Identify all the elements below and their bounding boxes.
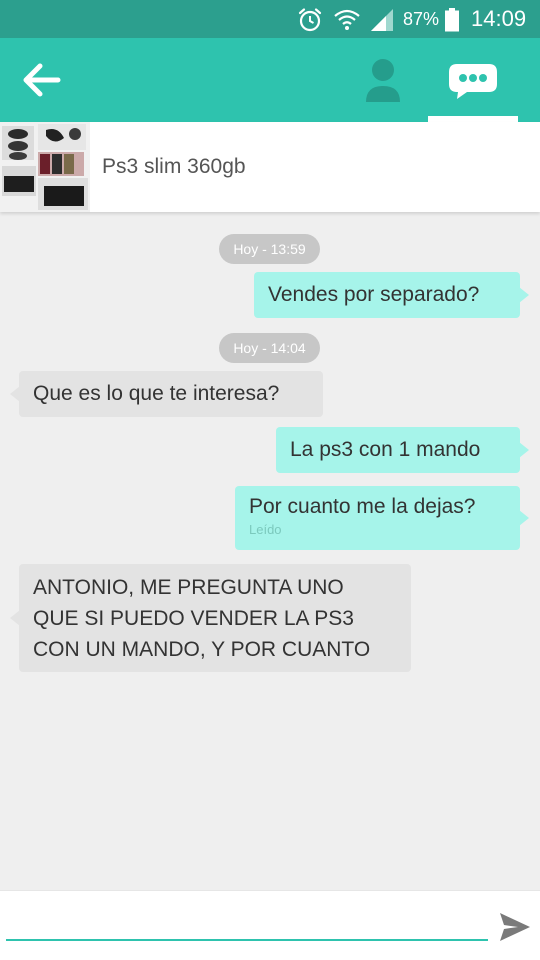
battery-percentage: 87%	[403, 9, 440, 29]
product-image	[0, 122, 90, 212]
clock: 14:09	[471, 6, 527, 31]
chat-icon	[449, 64, 497, 99]
outgoing-message[interactable]: Por cuanto me la dejas? Leído	[235, 486, 529, 550]
message-text-line: CON UN MANDO, Y POR CUANTO	[33, 638, 371, 661]
product-thumbnail[interactable]	[0, 122, 90, 212]
message-text-line: QUE SI PUEDO VENDER LA PS3	[33, 607, 354, 630]
incoming-message[interactable]: Que es lo que te interesa?	[10, 371, 323, 417]
signal-icon	[371, 9, 393, 31]
product-title: Ps3 slim 360gb	[102, 155, 246, 178]
profile-icon	[366, 59, 400, 102]
date-separator: Hoy - 14:04	[219, 333, 320, 363]
app-bar	[0, 38, 540, 122]
message-text: La ps3 con 1 mando	[290, 438, 481, 461]
send-button[interactable]	[498, 911, 532, 943]
alarm-icon	[298, 8, 322, 32]
message-text-line: ANTONIO, ME PREGUNTA UNO	[33, 576, 344, 599]
status-bar: 87% 14:09	[0, 0, 540, 38]
message-text: Por cuanto me la dejas?	[249, 495, 476, 518]
outgoing-message[interactable]: La ps3 con 1 mando	[276, 427, 529, 473]
profile-button[interactable]	[358, 56, 408, 104]
message-input[interactable]	[6, 901, 488, 941]
back-arrow-icon	[23, 63, 61, 97]
incoming-message[interactable]: ANTONIO, ME PREGUNTA UNO QUE SI PUEDO VE…	[10, 564, 411, 672]
message-list[interactable]: Hoy - 13:59 Vendes por separado? Hoy - 1…	[0, 212, 540, 890]
message-text: Vendes por separado?	[268, 283, 480, 306]
battery-icon	[445, 8, 459, 32]
tab-chat[interactable]	[428, 50, 518, 122]
message-composer	[0, 890, 540, 960]
date-separator: Hoy - 13:59	[219, 234, 320, 264]
send-icon	[500, 913, 530, 941]
wifi-icon	[334, 9, 360, 30]
message-text: Que es lo que te interesa?	[33, 382, 280, 405]
product-header[interactable]: Ps3 slim 360gb	[0, 122, 540, 212]
back-button[interactable]	[18, 60, 62, 100]
read-receipt: Leído	[249, 522, 282, 537]
outgoing-message[interactable]: Vendes por separado?	[254, 272, 529, 318]
